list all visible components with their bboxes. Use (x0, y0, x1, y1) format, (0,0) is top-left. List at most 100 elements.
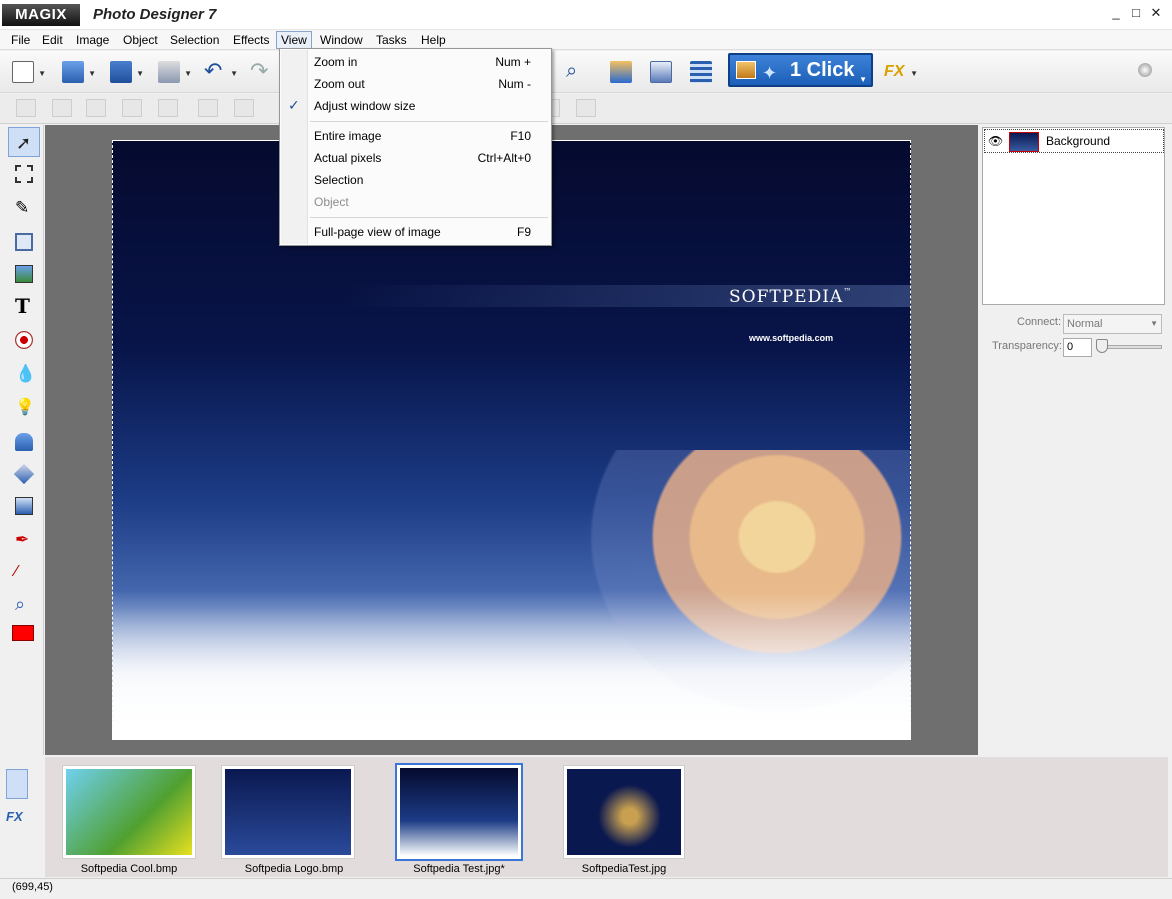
menu-file[interactable]: File (6, 31, 35, 49)
layer-name: Background (1046, 134, 1111, 148)
monitor-icon (650, 61, 672, 83)
tool-dodge[interactable]: 💡 (8, 393, 40, 423)
filmstrip-thumb-1[interactable] (62, 765, 196, 859)
tool-text[interactable]: T (8, 291, 40, 321)
tool-box: ➚ ✎ T 💧 💡 ✒ ⁄ ⌕ (4, 125, 44, 755)
menu-item-adjust-window-size[interactable]: Adjust window size (280, 95, 551, 117)
status-bar (0, 878, 1172, 899)
object-tool-2-icon[interactable] (52, 99, 72, 117)
thumb-image-3 (400, 768, 518, 856)
view-menu-dropdown: Zoom in Num + Zoom out Num - Adjust window… (279, 48, 552, 246)
new-document-icon (12, 61, 34, 83)
undo-icon: ↶ (204, 58, 223, 83)
menu-help[interactable]: Help (416, 31, 451, 49)
connect-select[interactable]: Normal ▼ (1063, 314, 1162, 334)
menu-item-full-page-view[interactable]: Full-page view of image F9 (280, 221, 551, 243)
menu-edit[interactable]: Edit (37, 31, 68, 49)
tool-zoom[interactable]: ⌕ (8, 589, 40, 619)
menu-effects[interactable]: Effects (228, 31, 274, 49)
save-button[interactable]: ▼ (106, 57, 144, 87)
menu-window[interactable]: Window (315, 31, 368, 49)
screen-button[interactable] (646, 57, 684, 87)
checkmark-icon: ✓ (288, 97, 300, 113)
menu-item-actual-pixels[interactable]: Actual pixels Ctrl+Alt+0 (280, 147, 551, 169)
tool-image[interactable] (8, 259, 40, 289)
connect-label: Connect: (1017, 316, 1062, 328)
marquee-select-icon (15, 165, 33, 183)
open-file-button[interactable]: ▼ (58, 57, 96, 87)
fx-small-icon[interactable]: FX (6, 809, 28, 831)
tool-pen[interactable]: ✒ (8, 525, 40, 555)
menu-item-zoom-out[interactable]: Zoom out Num - (280, 73, 551, 95)
filmstrip-thumb-3[interactable] (395, 763, 523, 861)
tool-clone[interactable] (8, 227, 40, 257)
foreground-color-swatch[interactable] (8, 621, 40, 651)
minimize-button[interactable]: _ (1108, 5, 1124, 21)
filmstrip: Softpedia Cool.bmp Softpedia Logo.bmp So… (45, 757, 1168, 877)
fx-button[interactable]: FX ▼ (880, 57, 918, 87)
object-tool-1-icon[interactable] (16, 99, 36, 117)
thumb-image-4 (567, 769, 681, 855)
layer-row[interactable]: 👁 Background (984, 129, 1164, 153)
tool-pointer[interactable]: ➚ (8, 127, 40, 157)
zoom-tool-button[interactable]: ⌕ (562, 57, 600, 87)
object-tool-5-icon[interactable] (158, 99, 178, 117)
filmstrip-caption-4: SoftpediaTest.jpg (581, 863, 667, 875)
thumb-image-2 (225, 769, 351, 855)
object-tool-6-icon[interactable] (198, 99, 218, 117)
menu-item-entire-image[interactable]: Entire image F10 (280, 125, 551, 147)
options-gear-icon[interactable] (1138, 63, 1152, 77)
menu-object[interactable]: Object (118, 31, 163, 49)
menu-view[interactable]: View (276, 31, 312, 49)
tool-blur[interactable]: 💧 (8, 359, 40, 389)
chevron-down-icon: ▼ (859, 75, 867, 84)
magix-logo: MAGIX (2, 4, 80, 26)
object-tool-3-icon[interactable] (86, 99, 106, 117)
gradient-rect-icon (15, 497, 33, 515)
transparency-slider-handle[interactable] (1096, 339, 1108, 353)
tool-fill[interactable] (8, 459, 40, 489)
hand-icon (15, 433, 33, 451)
filmstrip-view-icon[interactable] (6, 769, 28, 799)
filmstrip-thumb-4[interactable] (563, 765, 685, 859)
tool-red-eye[interactable] (8, 325, 40, 355)
tool-brush[interactable]: ✎ (8, 193, 40, 223)
text-t-icon: T (15, 294, 30, 318)
layers-list: 👁 Background (982, 127, 1165, 305)
layers-button[interactable] (686, 57, 724, 87)
menu-item-zoom-in[interactable]: Zoom in Num + (280, 51, 551, 73)
folder-icon (62, 61, 84, 83)
object-tool-4-icon[interactable] (122, 99, 142, 117)
close-button[interactable]: ✕ (1148, 5, 1164, 21)
one-click-label: 1 Click (790, 59, 855, 81)
color-swatch-icon (12, 625, 34, 641)
pointer-arrow-icon: ➚ (16, 133, 32, 153)
transparency-input[interactable]: 0 (1063, 338, 1092, 357)
eye-icon[interactable]: 👁 (988, 134, 1003, 148)
filmstrip-sidebar: FX (0, 757, 44, 877)
pen-nib-icon: ✒ (15, 530, 30, 549)
filmstrip-thumb-2[interactable] (221, 765, 355, 859)
one-click-button[interactable]: ✦ 1 Click ▼ (728, 53, 873, 87)
tool-rect-select[interactable] (8, 159, 40, 189)
menu-image[interactable]: Image (71, 31, 114, 49)
photo-tool-button[interactable] (606, 57, 644, 87)
menu-tasks[interactable]: Tasks (371, 31, 412, 49)
tool-smudge[interactable] (8, 427, 40, 457)
object-toolbar (0, 94, 1172, 124)
menu-item-selection[interactable]: Selection (280, 169, 551, 191)
thumb-image-1 (66, 769, 192, 855)
object-tool-7-icon[interactable] (234, 99, 254, 117)
new-file-button[interactable]: ▼ (8, 57, 46, 87)
main-toolbar: ▼ ▼ ▼ ▼ ↶ ▼ ↷ ⌕ FX ▼ (0, 51, 1172, 93)
maximize-button[interactable]: □ (1128, 5, 1144, 21)
menu-selection[interactable]: Selection (165, 31, 224, 49)
tool-eyedropper[interactable]: ⁄ (8, 557, 40, 587)
undo-button[interactable]: ↶ ▼ (200, 57, 238, 87)
canvas-white-digits-area (113, 590, 910, 740)
object-tool-9-icon[interactable] (576, 99, 596, 117)
menu-separator (310, 121, 548, 122)
print-button[interactable]: ▼ (154, 57, 192, 87)
tool-gradient[interactable] (8, 491, 40, 521)
menu-bar: File Edit Image Object Selection Effects… (0, 30, 1172, 72)
